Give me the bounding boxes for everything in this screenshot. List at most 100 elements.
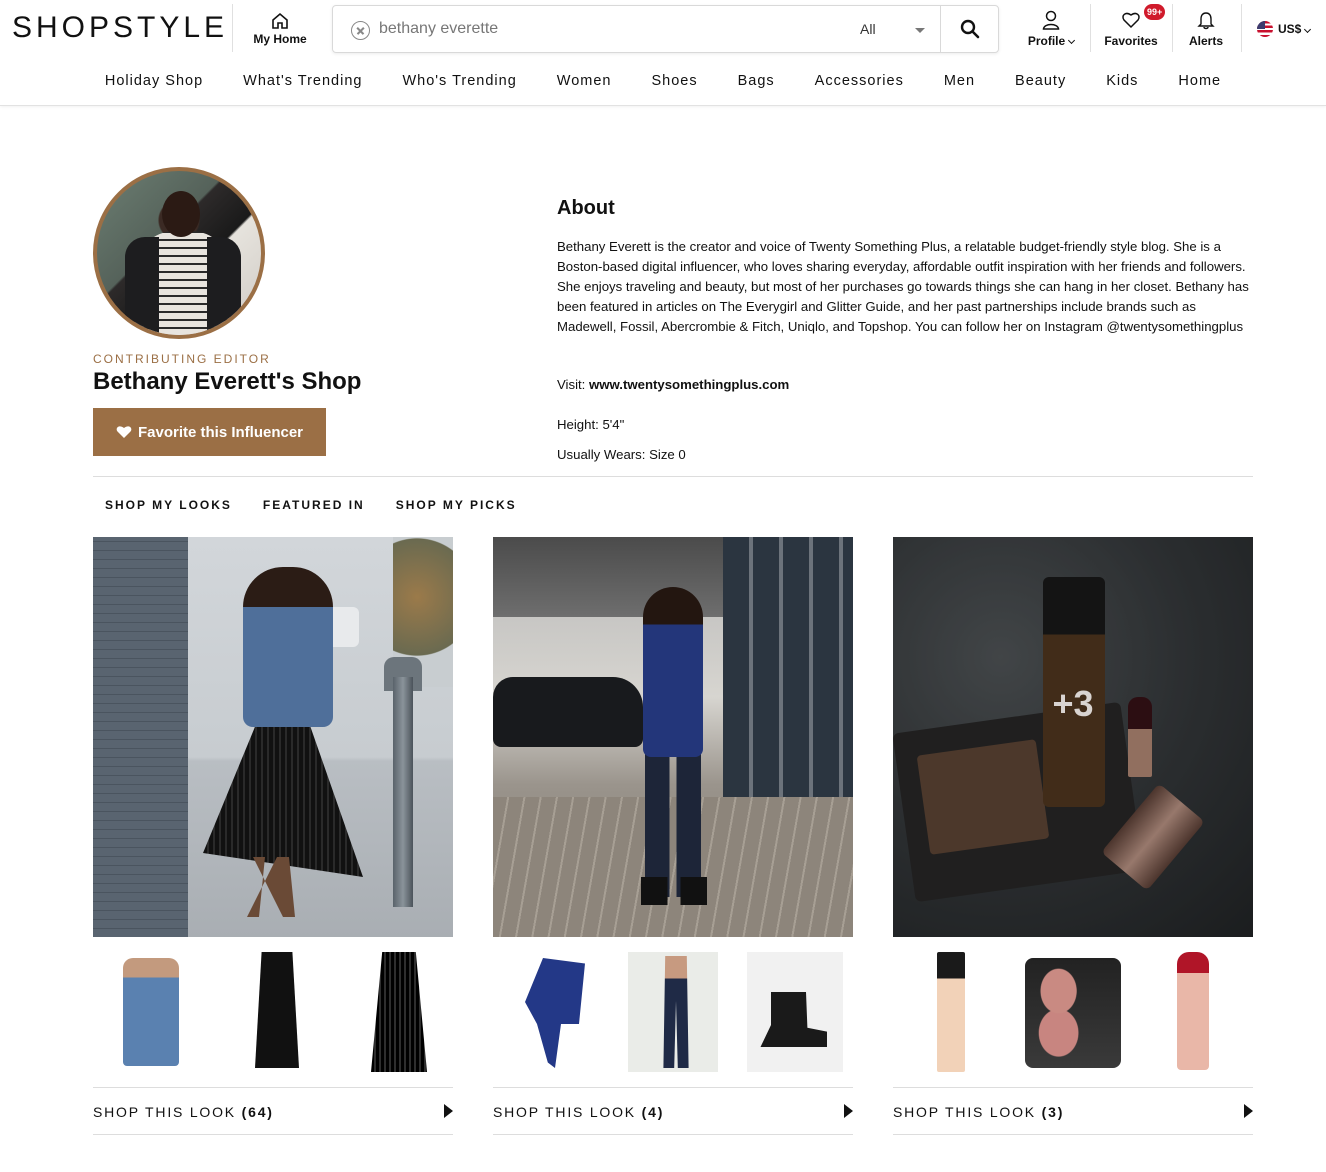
influencer-role: CONTRIBUTING EDITOR — [93, 352, 271, 366]
product-thumbnail-blue-top[interactable] — [503, 952, 599, 1072]
brick-wall — [93, 537, 188, 937]
tab-shop-my-looks[interactable]: SHOP MY LOOKS — [105, 498, 232, 512]
play-arrow-icon — [844, 1104, 853, 1118]
look-item-count: (4) — [641, 1104, 665, 1120]
product-thumbnails — [893, 952, 1253, 1072]
my-home-label: My Home — [253, 32, 307, 46]
product-thumbnail-foundation[interactable] — [903, 952, 999, 1072]
model-boots — [641, 877, 707, 905]
shop-this-look-button[interactable]: SHOP THIS LOOK (64) — [93, 1087, 453, 1135]
caret-down-icon[interactable] — [915, 28, 925, 33]
my-home-link[interactable]: My Home — [245, 12, 315, 46]
nav-kids[interactable]: Kids — [1086, 62, 1158, 100]
alerts-link[interactable]: Alerts — [1182, 10, 1230, 48]
play-arrow-icon — [1244, 1104, 1253, 1118]
search-button[interactable] — [940, 6, 999, 52]
search-icon — [960, 19, 980, 39]
pleated-skirt — [203, 717, 363, 877]
product-thumbnails — [493, 952, 853, 1072]
search-input[interactable]: bethany everette — [379, 20, 779, 38]
shop-this-look-label: SHOP THIS LOOK (3) — [893, 1104, 1065, 1120]
header-divider — [1172, 4, 1173, 52]
product-thumbnail-blush-palette[interactable] — [1023, 952, 1123, 1072]
shop-name: Bethany Everett's Shop — [93, 368, 362, 395]
favorite-influencer-button[interactable]: Favorite this Influencer — [93, 408, 326, 456]
size-info: Usually Wears: Size 0 — [557, 447, 686, 462]
height-info: Height: 5'4" — [557, 417, 625, 432]
website-link[interactable]: www.twentysomethingplus.com — [589, 377, 789, 392]
profile-menu[interactable]: Profile — [1022, 10, 1080, 48]
shop-this-look-label: SHOP THIS LOOK (64) — [93, 1104, 274, 1120]
product-thumbnail-denim-shirt[interactable] — [103, 952, 199, 1072]
nav-bags[interactable]: Bags — [718, 62, 795, 100]
more-items-overlay: +3 — [1052, 683, 1094, 724]
model — [243, 567, 333, 727]
model — [643, 587, 703, 757]
header-divider — [232, 4, 233, 52]
avatar-head — [162, 191, 200, 237]
nav-whos-trending[interactable]: Who's Trending — [382, 62, 536, 100]
product-thumbnail-skinny-jeans[interactable] — [628, 952, 718, 1072]
us-flag-icon — [1257, 21, 1273, 37]
profile-tabs: SHOP MY LOOKS FEATURED IN SHOP MY PICKS — [105, 498, 517, 512]
profile-label: Profile — [1027, 34, 1066, 48]
lamp-post — [393, 677, 413, 907]
shop-this-look-button[interactable]: SHOP THIS LOOK (3) — [893, 1087, 1253, 1135]
nav-shoes[interactable]: Shoes — [631, 62, 717, 100]
chevron-down-icon — [1304, 25, 1312, 33]
look-photo[interactable] — [93, 537, 453, 937]
tab-featured-in[interactable]: FEATURED IN — [263, 498, 365, 512]
look-card: SHOP THIS LOOK (4) — [493, 537, 853, 1135]
bell-icon — [1197, 12, 1215, 30]
model-legs — [645, 747, 701, 897]
product-thumbnail-midi-skirt[interactable] — [225, 952, 321, 1072]
nav-beauty[interactable]: Beauty — [995, 62, 1086, 100]
section-divider — [93, 476, 1253, 477]
product-thumbnail-pleated-skirt[interactable] — [347, 952, 443, 1072]
user-icon — [1042, 10, 1060, 30]
shop-this-look-label: SHOP THIS LOOK (4) — [493, 1104, 665, 1120]
shop-this-look-button[interactable]: SHOP THIS LOOK (4) — [493, 1087, 853, 1135]
photo-overlay — [893, 537, 1253, 937]
product-thumbnails — [93, 952, 453, 1072]
nav-women[interactable]: Women — [537, 62, 632, 100]
look-card: SHOP THIS LOOK (64) — [93, 537, 453, 1135]
tab-shop-my-picks[interactable]: SHOP MY PICKS — [396, 498, 517, 512]
nav-men[interactable]: Men — [924, 62, 995, 100]
currency-label: US$ — [1278, 22, 1302, 36]
heart-icon — [1122, 12, 1140, 29]
favorites-link[interactable]: 99+ Favorites — [1100, 4, 1166, 48]
nav-home[interactable]: Home — [1158, 62, 1241, 100]
visit-line: Visit: www.twentysomethingplus.com — [557, 377, 789, 392]
shopstyle-logo[interactable]: SHOPSTYLE — [12, 11, 228, 45]
favorites-label: Favorites — [1104, 34, 1158, 48]
about-heading: About — [557, 197, 615, 219]
influencer-avatar — [93, 167, 265, 339]
play-arrow-icon — [444, 1104, 453, 1118]
product-thumbnail-ankle-boot[interactable] — [747, 952, 843, 1072]
category-nav: Holiday Shop What's Trending Who's Trend… — [0, 62, 1326, 100]
product-thumbnail-lipstick[interactable] — [1147, 952, 1243, 1072]
clear-search-icon[interactable] — [351, 21, 370, 40]
look-photo[interactable] — [493, 537, 853, 937]
look-item-count: (64) — [241, 1104, 274, 1120]
alerts-label: Alerts — [1188, 34, 1223, 48]
site-header: SHOPSTYLE My Home bethany everette All P… — [0, 0, 1326, 106]
look-photo[interactable]: +3 — [893, 537, 1253, 937]
nav-whats-trending[interactable]: What's Trending — [223, 62, 382, 100]
search-box: bethany everette All — [332, 5, 999, 53]
search-category-select[interactable]: All — [860, 21, 876, 37]
avatar-jacket — [207, 237, 241, 335]
heart-filled-icon — [116, 426, 132, 438]
building-windows — [723, 537, 853, 817]
nav-accessories[interactable]: Accessories — [795, 62, 924, 100]
parked-car — [493, 677, 643, 747]
home-icon — [272, 12, 288, 29]
currency-selector[interactable]: US$ — [1257, 21, 1312, 37]
avatar-jacket — [125, 237, 159, 335]
look-item-count: (3) — [1041, 1104, 1065, 1120]
about-text: Bethany Everett is the creator and voice… — [557, 239, 1249, 334]
visit-label: Visit: — [557, 377, 586, 392]
favorites-count-badge: 99+ — [1144, 4, 1166, 20]
nav-holiday-shop[interactable]: Holiday Shop — [85, 62, 223, 100]
